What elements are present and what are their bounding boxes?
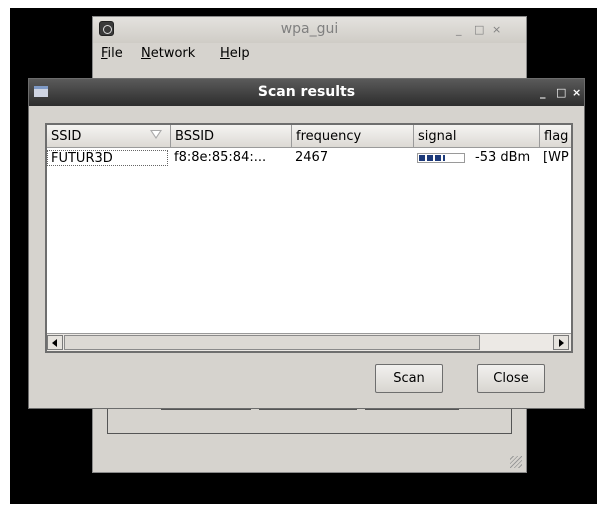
menu-network[interactable]: Network — [141, 46, 195, 61]
cell-frequency[interactable]: 2467 — [292, 150, 412, 166]
cell-signal[interactable]: -53 dBm — [414, 150, 540, 166]
scroll-right-icon[interactable] — [553, 335, 569, 350]
minimize-icon[interactable]: _ — [540, 86, 546, 99]
menu-file[interactable]: File — [101, 46, 123, 61]
menubar: File Network Help — [93, 44, 526, 66]
signal-value: -53 dBm — [475, 150, 531, 165]
horizontal-scrollbar[interactable] — [47, 333, 571, 351]
column-header-bssid[interactable]: BSSID — [171, 125, 292, 148]
scan-results-table: SSID BSSID frequency signal flag FUTUR3D… — [45, 123, 573, 353]
wpa-gui-titlebar[interactable]: wpa_gui _ □ × — [93, 17, 526, 43]
maximize-icon[interactable]: □ — [474, 23, 484, 36]
close-icon[interactable]: × — [572, 86, 581, 99]
scrollbar-thumb[interactable] — [64, 335, 480, 350]
column-header-frequency[interactable]: frequency — [292, 125, 414, 148]
column-header-ssid[interactable]: SSID — [47, 125, 171, 148]
column-header-signal[interactable]: signal — [414, 125, 540, 148]
scan-button[interactable]: Scan — [375, 364, 443, 393]
column-header-flags[interactable]: flag — [540, 125, 571, 148]
maximize-icon[interactable]: □ — [556, 86, 566, 99]
signal-strength-fill — [419, 155, 445, 161]
menu-help[interactable]: Help — [220, 46, 250, 61]
signal-strength-bar — [417, 153, 465, 163]
resize-grip-icon[interactable] — [510, 456, 522, 468]
scan-results-dialog: Scan results _ □ × SSID BSSID frequency … — [28, 78, 585, 409]
scan-results-titlebar[interactable]: Scan results _ □ × — [29, 79, 584, 106]
cell-bssid[interactable]: f8:8e:85:84:... — [171, 150, 291, 166]
scan-results-title: Scan results — [257, 84, 356, 100]
cell-ssid[interactable]: FUTUR3D — [47, 150, 168, 166]
sort-indicator-icon — [150, 130, 162, 139]
close-button[interactable]: Close — [477, 364, 545, 393]
scroll-left-icon[interactable] — [47, 335, 63, 350]
cell-flags[interactable]: [WP — [540, 150, 571, 166]
close-icon[interactable]: × — [492, 23, 501, 36]
minimize-icon[interactable]: _ — [456, 23, 462, 36]
